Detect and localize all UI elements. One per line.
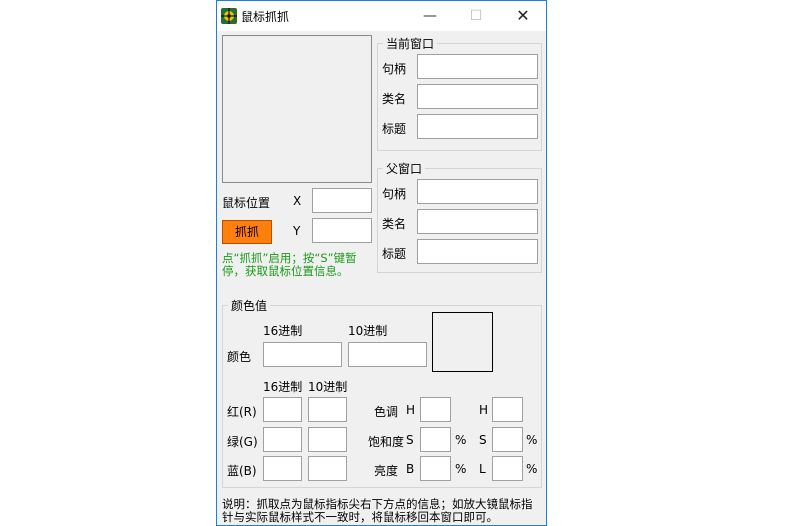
s-label-hsb: S [406,433,414,447]
hsl-l-field[interactable] [492,456,523,481]
red-dec-field[interactable] [308,397,347,422]
l-label-hsl: L [479,462,486,476]
current-title-label: 标题 [382,122,407,136]
hsl-s-field[interactable] [492,427,523,452]
magnifier-preview [222,35,372,183]
green-dec-field[interactable] [308,427,347,452]
usage-hint: 点“抓抓”启用；按“S”键暂停，获取鼠标位置信息。 [222,251,357,278]
current-window-legend: 当前窗口 [383,35,438,52]
h-label-hsb: H [406,403,416,417]
mouse-position-label: 鼠标位置 [222,196,271,210]
dec-header: 10进制 [348,324,388,338]
hsb-s-percent: % [455,433,467,447]
footer-note: 说明：抓取点为鼠标指标尖右下方点的信息；如放大镜鼠标指针与实际鼠标样式不一致时，… [222,497,533,524]
red-label: 红(R) [227,405,257,419]
color-label: 颜色 [227,350,252,364]
current-handle-label: 句柄 [382,62,407,76]
grab-button[interactable]: 抓抓 [222,220,272,244]
current-class-field[interactable] [417,84,538,109]
hsl-l-percent: % [526,462,538,476]
x-coordinate-field[interactable] [312,188,372,213]
hue-label: 色调 [374,405,399,419]
window-title: 鼠标抓抓 [241,10,290,24]
hsb-b-percent: % [455,462,467,476]
y-label: Y [293,224,301,238]
parent-class-label: 类名 [382,217,407,231]
dec-header-rgb: 10进制 [308,380,348,394]
parent-window-legend: 父窗口 [383,160,426,177]
minimize-button[interactable]: — [407,1,453,31]
blue-dec-field[interactable] [308,456,347,481]
parent-title-label: 标题 [382,247,407,261]
color-hex-field[interactable] [263,342,342,367]
hsb-h-field[interactable] [420,397,451,422]
title-bar[interactable]: 鼠标抓抓 — ☐ ✕ [217,1,546,31]
parent-class-field[interactable] [417,209,538,234]
hsb-s-field[interactable] [420,427,451,452]
hsl-h-field[interactable] [492,397,523,422]
b-label-hsb: B [406,462,415,476]
parent-handle-field[interactable] [417,179,538,204]
current-class-label: 类名 [382,92,407,106]
hex-header-rgb: 16进制 [263,380,303,394]
hex-header: 16进制 [263,324,303,338]
green-label: 绿(G) [227,435,258,449]
current-handle-field[interactable] [417,54,538,79]
color-dec-field[interactable] [348,342,427,367]
hsb-b-field[interactable] [420,456,451,481]
y-coordinate-field[interactable] [312,218,372,243]
blue-label: 蓝(B) [227,464,257,478]
green-hex-field[interactable] [263,427,302,452]
current-title-field[interactable] [417,114,538,139]
h-label-hsl: H [479,403,489,417]
blue-hex-field[interactable] [263,456,302,481]
brightness-label: 亮度 [374,464,399,478]
saturation-label: 饱和度 [368,435,405,449]
hsl-s-percent: % [526,433,538,447]
app-window: 鼠标抓抓 — ☐ ✕ 鼠标位置 X 抓抓 Y 点“抓抓”启用；按“S”键暂停，获… [216,0,547,526]
color-swatch [432,312,493,372]
color-value-legend: 颜色值 [228,297,271,314]
parent-handle-label: 句柄 [382,187,407,201]
close-button[interactable]: ✕ [500,1,546,31]
parent-title-field[interactable] [417,239,538,264]
red-hex-field[interactable] [263,397,302,422]
s-label-hsl: S [479,433,487,447]
crosshair-app-icon [221,8,237,24]
maximize-button[interactable]: ☐ [453,1,499,31]
x-label: X [293,194,302,208]
